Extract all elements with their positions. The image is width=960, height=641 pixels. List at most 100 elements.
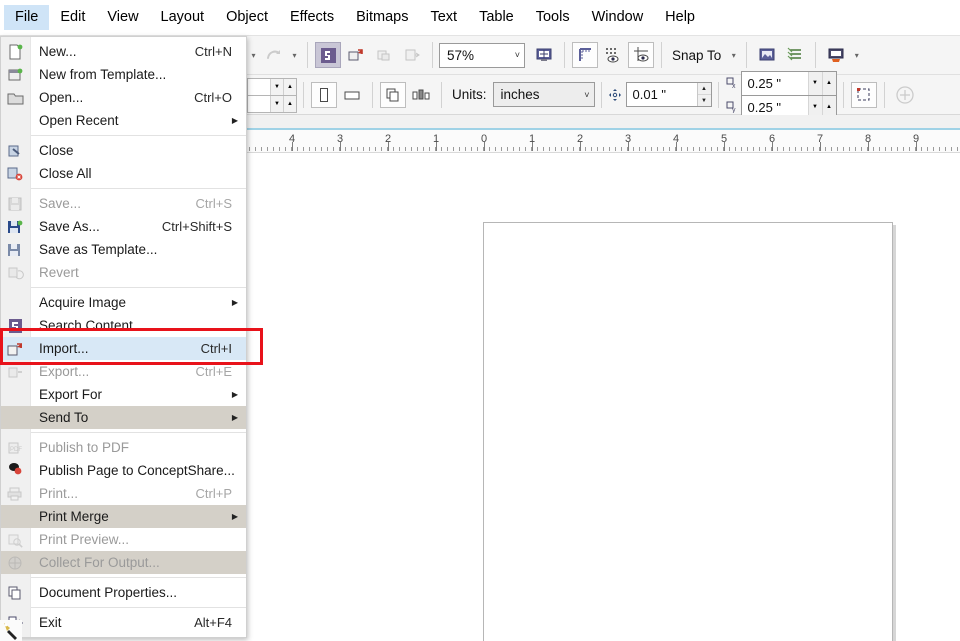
export-toolbar-icon[interactable]: [371, 42, 397, 68]
add-page-button[interactable]: [892, 82, 918, 108]
application-launcher-icon[interactable]: [823, 42, 849, 68]
ruler-label: 1: [529, 133, 535, 145]
duplicate-distance-x-field[interactable]: 0.25 " ▼ ▲: [741, 71, 837, 96]
current-page-button[interactable]: [408, 82, 434, 108]
menubar-item-table[interactable]: Table: [468, 5, 525, 31]
menubar-item-help[interactable]: Help: [654, 5, 706, 31]
menubar-item-label: Effects: [290, 9, 334, 25]
spin-up-icon[interactable]: ▲: [822, 72, 836, 95]
spin-down-icon[interactable]: ▼: [270, 96, 283, 112]
show-grid-icon[interactable]: [600, 42, 626, 68]
menubar-item-tools[interactable]: Tools: [525, 5, 581, 31]
spin-up-icon[interactable]: ▲: [283, 96, 296, 112]
menubar-item-bitmaps[interactable]: Bitmaps: [345, 5, 419, 31]
object-manager-icon[interactable]: [782, 42, 808, 68]
file-menu-item-open-recent[interactable]: Open Recent▶: [1, 109, 246, 132]
file-menu-item-new-from-template[interactable]: New from Template...: [1, 63, 246, 86]
undo-dropdown-caret[interactable]: ▾: [247, 43, 260, 67]
document-page[interactable]: [483, 222, 893, 641]
file-menu-item-publish-page-to-conceptshare[interactable]: Publish Page to ConceptShare...: [1, 459, 246, 482]
file-menu-item-print-merge[interactable]: Print Merge▶: [1, 505, 246, 528]
ruler-minor-tick: [633, 147, 634, 151]
file-menu-item-document-properties[interactable]: Document Properties...: [1, 581, 246, 604]
file-menu-item-save-as-template[interactable]: Save as Template...: [1, 238, 246, 261]
ruler-minor-tick: [279, 147, 280, 151]
full-screen-preview-icon[interactable]: [531, 42, 557, 68]
spin-down-icon[interactable]: ▼: [270, 79, 283, 95]
ruler-minor-tick: [657, 147, 658, 151]
ruler-minor-tick: [903, 147, 904, 151]
show-guidelines-icon[interactable]: [628, 42, 654, 68]
svg-text:x: x: [732, 83, 736, 89]
ruler-minor-tick: [345, 147, 346, 151]
nudge-distance-field[interactable]: 0.01 " ▲ ▼: [626, 82, 712, 107]
submenu-arrow-icon: ▶: [232, 512, 238, 521]
corel-connect-icon[interactable]: [315, 42, 341, 68]
page-height-field[interactable]: ▼ ▲: [247, 95, 297, 113]
file-menu-item-label: Publish to PDF: [31, 440, 246, 455]
ruler-minor-tick: [693, 147, 694, 151]
ruler-minor-tick: [471, 147, 472, 151]
page-dimensions-stepper[interactable]: ▼ ▲ ▼ ▲: [247, 78, 297, 112]
import-toolbar-icon[interactable]: [343, 42, 369, 68]
ruler-minor-tick: [555, 147, 556, 151]
portrait-orientation-button[interactable]: [311, 82, 337, 108]
snap-to-label: Snap To: [672, 48, 721, 63]
ruler-minor-tick: [795, 147, 796, 151]
menubar-item-text[interactable]: Text: [419, 5, 468, 31]
file-menu-item-close[interactable]: Close: [1, 139, 246, 162]
ruler-label: 2: [385, 133, 391, 145]
propertybar-divider: [372, 82, 373, 108]
save-icon: [5, 194, 25, 213]
spin-down-icon[interactable]: ▼: [698, 95, 711, 106]
file-menu-item-close-all[interactable]: Close All: [1, 162, 246, 185]
ruler-minor-tick: [381, 147, 382, 151]
menubar-item-layout[interactable]: Layout: [150, 5, 216, 31]
menubar-item-window[interactable]: Window: [581, 5, 655, 31]
spin-up-icon[interactable]: ▲: [283, 79, 296, 95]
submenu-arrow-icon: ▶: [232, 390, 238, 399]
zoom-level-combo[interactable]: 57% ˅: [439, 43, 525, 68]
file-menu-item-label: New...: [31, 44, 195, 59]
menubar-item-effects[interactable]: Effects: [279, 5, 345, 31]
file-menu-item-exit[interactable]: ExitAlt+F4: [1, 611, 246, 634]
page-border-button[interactable]: [851, 82, 877, 108]
spin-up-icon[interactable]: ▲: [698, 83, 711, 95]
options-icon[interactable]: [754, 42, 780, 68]
menubar-item-file[interactable]: File: [4, 5, 49, 31]
all-pages-button[interactable]: [380, 82, 406, 108]
publish-pdf-toolbar-icon[interactable]: [399, 42, 425, 68]
page-width-field[interactable]: ▼ ▲: [247, 78, 297, 96]
file-menu-item-export-for[interactable]: Export For▶: [1, 383, 246, 406]
spin-down-icon[interactable]: ▼: [808, 72, 822, 95]
snap-to-dropdown[interactable]: Snap To ▾: [668, 43, 740, 67]
fill-color-tool-icon[interactable]: [0, 620, 22, 641]
nudge-stepper[interactable]: ▲ ▼: [697, 83, 711, 106]
show-rulers-icon[interactable]: [572, 42, 598, 68]
file-menu-item-import[interactable]: Import...Ctrl+I: [1, 337, 246, 360]
file-menu-popup[interactable]: New...Ctrl+NNew from Template...Open...C…: [0, 36, 247, 638]
landscape-orientation-button[interactable]: [339, 82, 365, 108]
file-menu-item-open[interactable]: Open...Ctrl+O: [1, 86, 246, 109]
menubar-item-label: Object: [226, 9, 268, 25]
ruler-minor-tick: [681, 147, 682, 151]
file-menu-item-new[interactable]: New...Ctrl+N: [1, 40, 246, 63]
ruler-label: 2: [577, 133, 583, 145]
redo-icon[interactable]: [261, 42, 287, 68]
menubar-item-object[interactable]: Object: [215, 5, 279, 31]
ruler-minor-tick: [363, 147, 364, 151]
ruler-minor-tick: [957, 147, 958, 151]
file-menu-item-label: Export...: [31, 364, 196, 379]
file-menu-item-save-as[interactable]: Save As...Ctrl+Shift+S: [1, 215, 246, 238]
menubar-item-edit[interactable]: Edit: [49, 5, 96, 31]
chevron-down-icon: ▾: [727, 43, 740, 67]
file-menu-item-label: Collect For Output...: [31, 555, 246, 570]
application-launcher-caret[interactable]: ▾: [850, 43, 863, 67]
file-menu-item-acquire-image[interactable]: Acquire Image▶: [1, 291, 246, 314]
toolbar-divider: [746, 42, 747, 68]
units-combo[interactable]: inches ˅: [493, 82, 595, 107]
file-menu-item-send-to[interactable]: Send To▶: [1, 406, 246, 429]
menubar-item-view[interactable]: View: [96, 5, 149, 31]
redo-dropdown-caret[interactable]: ▾: [288, 43, 301, 67]
file-menu-item-search-content[interactable]: Search Content: [1, 314, 246, 337]
